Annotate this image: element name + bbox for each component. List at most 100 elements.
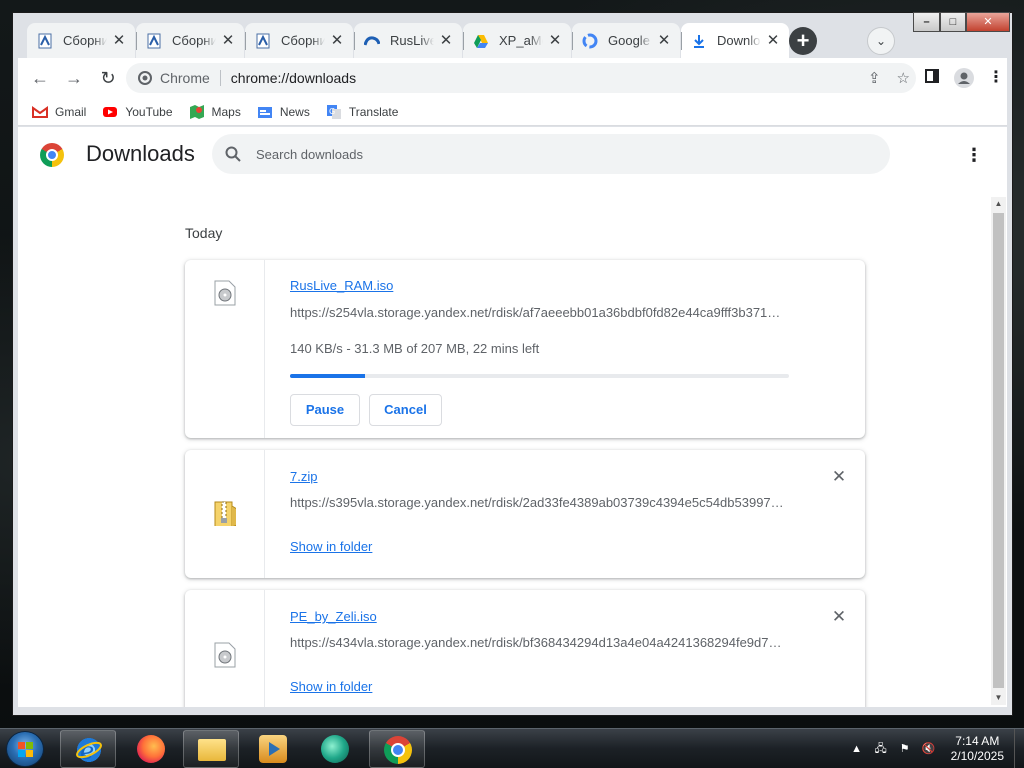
close-icon[interactable]: ✕ <box>220 32 236 49</box>
tabs: Сборни ✕ Сборни ✕ Сборни ✕ RusLive_ ✕ XP… <box>27 23 789 58</box>
media-player-icon <box>259 735 287 763</box>
remove-item-close-icon[interactable]: ✕ <box>831 608 847 625</box>
show-hidden-icons-chevron-icon[interactable]: ▲ <box>849 741 865 757</box>
tab-search-button[interactable]: ⌄ <box>867 27 895 55</box>
close-icon: ✕ <box>983 16 993 28</box>
system-tray: ▲ 🖧 ⚑ 🔇 7:14 AM 2/10/2025 <box>849 729 1024 768</box>
explorer-icon <box>198 739 226 761</box>
zip-file-icon <box>214 501 236 526</box>
tab-2[interactable]: Сборни ✕ <box>136 23 244 58</box>
close-icon[interactable]: ✕ <box>111 32 127 49</box>
show-desktop-button[interactable] <box>1014 729 1024 768</box>
disc-file-icon <box>214 642 236 668</box>
search-box[interactable] <box>212 134 890 174</box>
bookmark-gmail[interactable]: Gmail <box>32 104 86 120</box>
download-icon <box>691 33 707 49</box>
forward-button[interactable]: → <box>60 64 88 92</box>
clock-date: 2/10/2025 <box>950 749 1004 763</box>
app-icon <box>321 735 349 763</box>
reload-button[interactable]: ↻ <box>94 64 122 92</box>
side-panel-icon[interactable] <box>922 68 942 88</box>
taskbar-firefox[interactable] <box>123 730 179 768</box>
menu-icon[interactable]: ⋮ <box>986 68 1006 88</box>
doc-icon <box>37 33 53 49</box>
search-input[interactable] <box>256 146 816 162</box>
bookmark-youtube[interactable]: YouTube <box>102 104 173 120</box>
show-in-folder-link[interactable]: Show in folder <box>290 539 372 554</box>
tab-6[interactable]: Google ✕ <box>572 23 680 58</box>
scroll-up-arrow-icon[interactable]: ▲ <box>991 197 1006 211</box>
cancel-button[interactable]: Cancel <box>369 394 442 426</box>
file-name-link[interactable]: PE_by_Zeli.iso <box>290 609 377 624</box>
maximize-button[interactable]: □ <box>940 12 966 32</box>
network-icon[interactable]: 🖧 <box>873 741 889 757</box>
tab-5[interactable]: XP_aMo ✕ <box>463 23 571 58</box>
taskbar-chrome[interactable] <box>369 730 425 768</box>
chevron-down-icon: ⌄ <box>875 34 887 48</box>
bookmark-translate[interactable]: G Translate <box>326 104 398 120</box>
taskbar-ie[interactable]: e <box>60 730 116 768</box>
bookmark-news[interactable]: News <box>257 104 310 120</box>
tab-3[interactable]: Сборни ✕ <box>245 23 353 58</box>
taskbar-explorer[interactable] <box>183 730 239 768</box>
svg-text:G: G <box>329 107 335 116</box>
close-window-button[interactable]: ✕ <box>966 12 1010 32</box>
taskbar-media-player[interactable] <box>245 730 301 768</box>
tab-strip: Сборни ✕ Сборни ✕ Сборни ✕ RusLive_ ✕ XP… <box>13 12 1012 58</box>
page-header: Downloads ⋮ <box>18 127 1007 183</box>
source-url: https://s254vla.storage.yandex.net/rdisk… <box>290 305 781 320</box>
taskbar: e ▲ 🖧 ⚑ 🔇 7:14 AM 2/10/2025 <box>0 728 1024 768</box>
tab-1[interactable]: Сборни ✕ <box>27 23 135 58</box>
download-item: PE_by_Zeli.iso https://s434vla.storage.y… <box>185 590 865 707</box>
gmail-icon <box>32 104 48 120</box>
bookmark-star-icon[interactable]: ☆ <box>897 69 910 87</box>
url-text: chrome://downloads <box>230 70 357 86</box>
close-icon[interactable]: ✕ <box>765 32 781 49</box>
scrollbar[interactable]: ▲ ▼ <box>991 197 1006 705</box>
remove-item-close-icon[interactable]: ✕ <box>831 468 847 485</box>
page-title: Downloads <box>86 141 195 166</box>
address-bar[interactable]: Chrome chrome://downloads ⇪ ☆ <box>126 63 916 93</box>
chrome-window: Сборни ✕ Сборни ✕ Сборни ✕ RusLive_ ✕ XP… <box>12 12 1013 716</box>
download-item: RusLive_RAM.iso https://s254vla.storage.… <box>185 260 865 438</box>
google-icon <box>582 33 598 49</box>
reload-icon: ↻ <box>100 68 116 88</box>
search-icon <box>225 146 241 162</box>
new-tab-button[interactable]: + <box>789 27 817 55</box>
file-name-link[interactable]: 7.zip <box>290 469 317 484</box>
action-center-flag-icon[interactable]: ⚑ <box>897 741 913 757</box>
doc-icon <box>255 33 271 49</box>
back-button[interactable]: ← <box>26 64 54 92</box>
pause-button[interactable]: Pause <box>290 394 360 426</box>
firefox-icon <box>137 735 165 763</box>
close-icon[interactable]: ✕ <box>547 32 563 49</box>
share-icon[interactable]: ⇪ <box>868 69 881 87</box>
minimize-button[interactable]: – <box>913 12 940 32</box>
tab-4[interactable]: RusLive_ ✕ <box>354 23 462 58</box>
scroll-down-arrow-icon[interactable]: ▼ <box>991 691 1006 705</box>
download-item: 7.zip https://s395vla.storage.yandex.net… <box>185 450 865 578</box>
more-actions-icon[interactable]: ⋮ <box>964 145 984 165</box>
bookmark-maps[interactable]: Maps <box>189 104 241 120</box>
chrome-site-icon <box>138 71 152 85</box>
close-icon[interactable]: ✕ <box>329 32 345 49</box>
disc-file-icon <box>214 280 236 306</box>
show-in-folder-link[interactable]: Show in folder <box>290 679 372 694</box>
scroll-thumb[interactable] <box>993 213 1004 688</box>
clock[interactable]: 7:14 AM 2/10/2025 <box>951 734 1004 764</box>
tab-downloads[interactable]: Downlo ✕ <box>681 23 789 58</box>
volume-muted-icon[interactable]: 🔇 <box>921 741 937 757</box>
close-icon[interactable]: ✕ <box>656 32 672 49</box>
file-icon-column <box>185 590 265 707</box>
source-url: https://s395vla.storage.yandex.net/rdisk… <box>290 495 784 510</box>
file-name-link[interactable]: RusLive_RAM.iso <box>290 278 393 293</box>
close-icon[interactable]: ✕ <box>438 32 454 49</box>
taskbar-app[interactable] <box>307 730 363 768</box>
progress-status: 140 KB/s - 31.3 MB of 207 MB, 22 mins le… <box>290 341 540 356</box>
profile-icon[interactable] <box>954 68 974 88</box>
progress-bar <box>290 374 789 378</box>
start-button[interactable] <box>6 731 44 767</box>
downloads-page: Downloads ⋮ ▲ ▼ Today RusLive_RAM.iso ht… <box>18 127 1007 707</box>
source-url: https://s434vla.storage.yandex.net/rdisk… <box>290 635 782 650</box>
minimize-icon: – <box>923 16 930 28</box>
